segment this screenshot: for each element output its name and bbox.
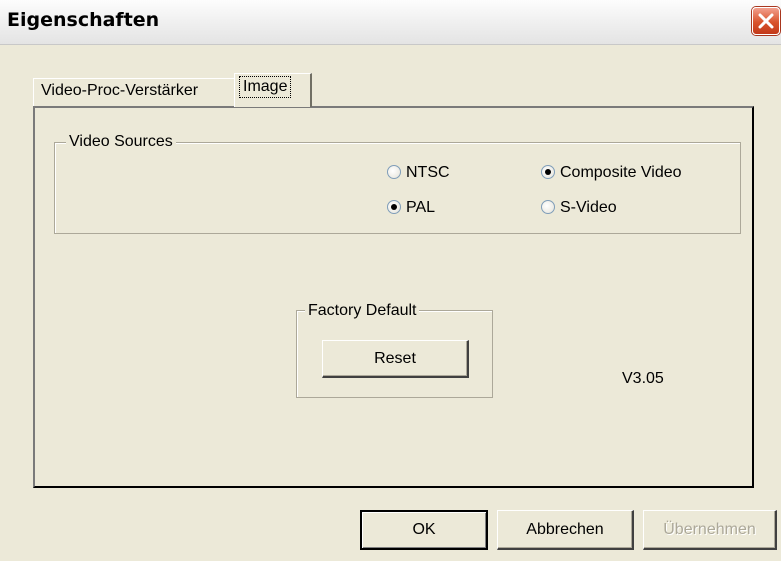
radio-label: NTSC	[406, 164, 450, 181]
radio-button-checked-icon	[541, 165, 555, 179]
version-label: V3.05	[622, 370, 664, 387]
video-sources-group	[54, 142, 741, 234]
radio-button-icon	[541, 200, 555, 214]
apply-button[interactable]: Übernehmen	[643, 510, 777, 550]
close-button[interactable]	[752, 7, 780, 35]
tab-video-proc-verstaerker[interactable]: Video-Proc-Verstärker	[33, 78, 236, 106]
video-sources-label: Video Sources	[66, 133, 176, 151]
tab-image[interactable]: Image	[234, 73, 312, 107]
radio-label: Composite Video	[560, 164, 682, 181]
tab-label: Image	[238, 76, 292, 98]
ok-button[interactable]: OK	[360, 510, 488, 550]
title-bar: Eigenschaften	[0, 0, 781, 45]
reset-button[interactable]: Reset	[322, 340, 469, 378]
radio-button-checked-icon	[387, 200, 401, 214]
radio-button-icon	[387, 165, 401, 179]
window-title: Eigenschaften	[7, 9, 160, 31]
factory-default-label: Factory Default	[305, 302, 420, 320]
radio-label: S-Video	[560, 199, 617, 216]
close-icon	[758, 13, 774, 29]
tab-label: Video-Proc-Verstärker	[41, 82, 199, 99]
cancel-button[interactable]: Abbrechen	[497, 510, 634, 550]
radio-label: PAL	[406, 199, 436, 216]
